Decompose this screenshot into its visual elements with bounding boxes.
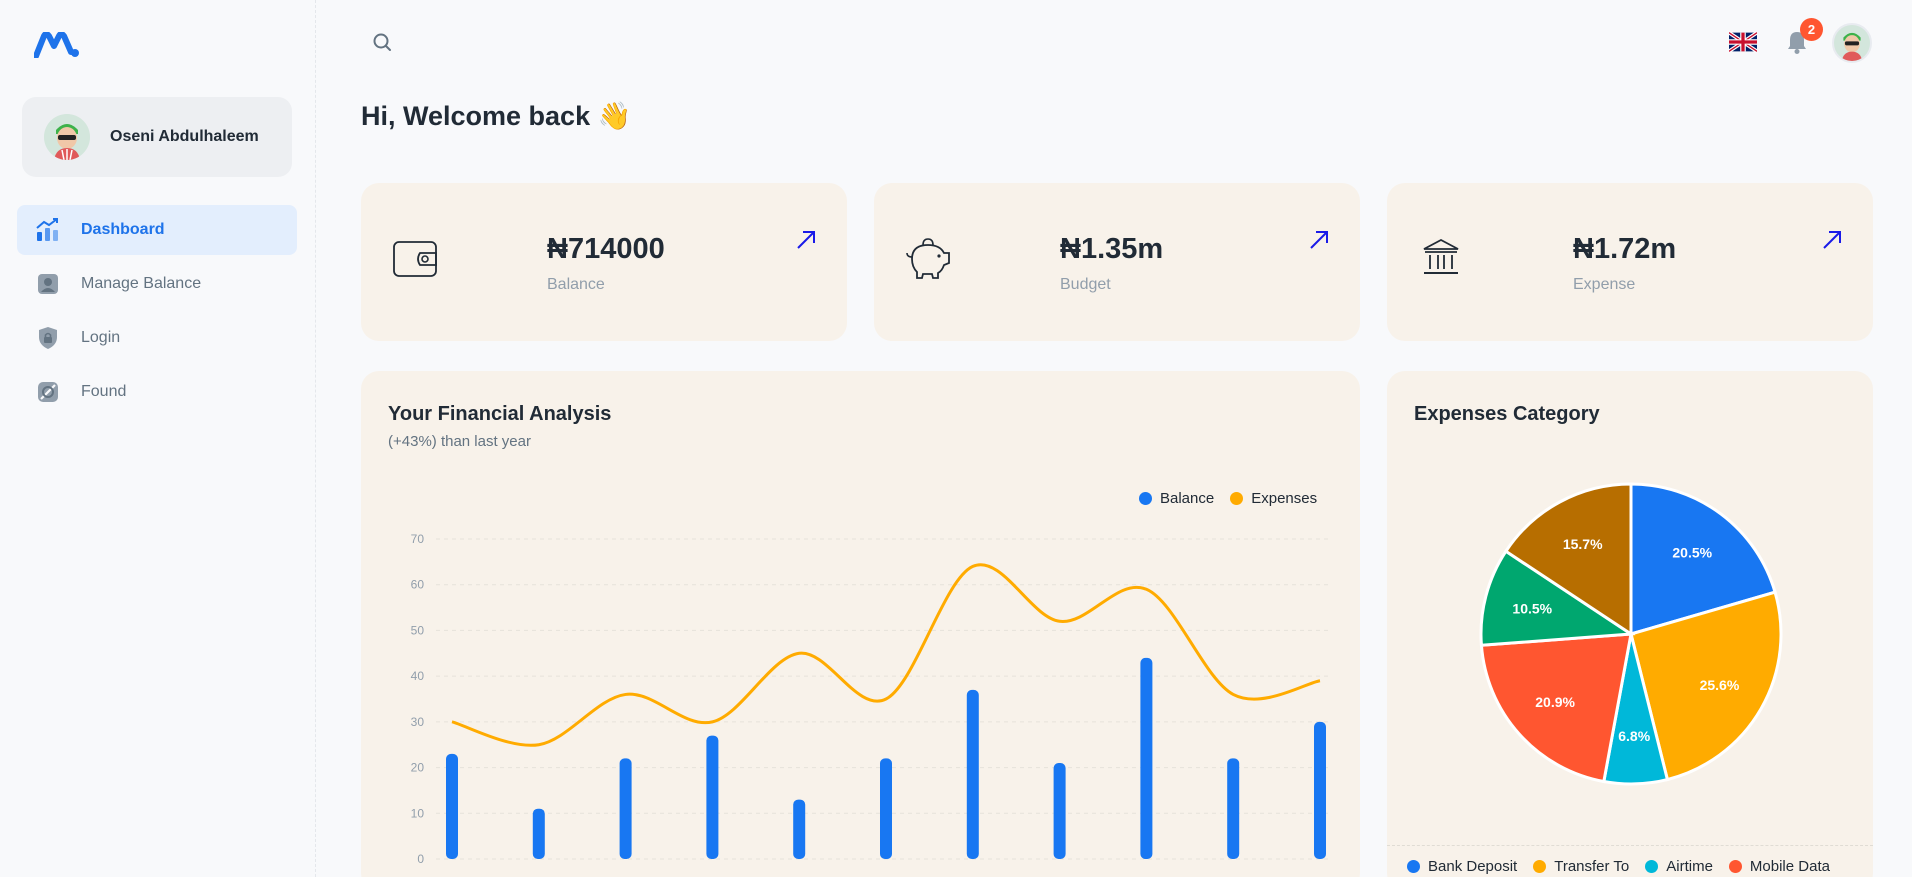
- financial-analysis-panel: Your Financial Analysis (+43%) than last…: [361, 371, 1360, 877]
- pie-slice-label: 10.5%: [1512, 600, 1552, 616]
- y-tick-label: 70: [411, 532, 425, 546]
- legend-label: Airtime: [1666, 858, 1713, 875]
- bar-balance[interactable]: [532, 808, 545, 859]
- sidebar-item-login[interactable]: Login: [17, 313, 297, 363]
- user-name: Oseni Abdulhaleem: [110, 128, 259, 145]
- stat-label: Budget: [1060, 276, 1111, 293]
- bar-balance[interactable]: [619, 758, 632, 859]
- arrow-up-right-icon[interactable]: [795, 229, 817, 251]
- logo[interactable]: [33, 31, 80, 63]
- uk-flag-icon[interactable]: [1727, 31, 1759, 53]
- bar-balance[interactable]: [880, 758, 892, 859]
- sidebar: Oseni Abdulhaleem Dashboard Manage Balan…: [0, 0, 316, 877]
- legend-item-airtime[interactable]: Airtime: [1645, 858, 1713, 875]
- y-tick-label: 40: [411, 669, 425, 683]
- disabled-icon: [35, 379, 61, 405]
- user-card[interactable]: Oseni Abdulhaleem: [22, 97, 292, 177]
- bar-balance[interactable]: [966, 689, 979, 859]
- y-tick-label: 30: [411, 715, 425, 729]
- legend-item-bank-deposit[interactable]: Bank Deposit: [1407, 858, 1517, 875]
- y-tick-label: 60: [411, 578, 425, 592]
- bar-balance[interactable]: [1227, 758, 1240, 859]
- piggy-bank-icon: [904, 233, 954, 283]
- stat-label: Balance: [547, 276, 605, 293]
- search-icon[interactable]: [370, 30, 396, 56]
- y-tick-label: 50: [411, 623, 425, 637]
- avatar[interactable]: [1832, 23, 1872, 63]
- expense-card[interactable]: ₦1.72m Expense: [1387, 183, 1873, 341]
- lock-icon: [35, 325, 61, 351]
- bar-balance[interactable]: [1053, 763, 1066, 859]
- sidebar-item-dashboard[interactable]: Dashboard: [17, 205, 297, 255]
- sidebar-item-label: Login: [81, 329, 121, 346]
- sidebar-item-manage-balance[interactable]: Manage Balance: [17, 259, 297, 309]
- bar-balance[interactable]: [1314, 721, 1326, 859]
- sidebar-item-found[interactable]: Found: [17, 367, 297, 417]
- legend-label: Bank Deposit: [1428, 858, 1518, 875]
- divider: [1387, 845, 1873, 846]
- pie-legend: Bank Deposit Transfer To Airtime Mobile …: [1407, 858, 1846, 875]
- expenses-category-panel: Expenses Category 20.5% 25.6% 6.8% 20.9% 10.…: [1387, 371, 1873, 877]
- y-tick-label: 10: [411, 806, 425, 820]
- legend-dot: [1533, 860, 1547, 873]
- pie-slice-label: 15.7%: [1563, 536, 1603, 552]
- sidebar-item-label: Found: [81, 383, 127, 400]
- page-title: Hi, Welcome back 👋: [361, 101, 632, 131]
- legend-dot: [1645, 860, 1659, 873]
- chart-icon: [35, 217, 61, 243]
- arrow-up-right-icon[interactable]: [1308, 229, 1330, 251]
- bar-balance[interactable]: [793, 799, 806, 859]
- sidebar-nav: Dashboard Manage Balance Login Found: [17, 205, 297, 421]
- notification-badge: 2: [1800, 18, 1823, 41]
- sidebar-item-label: Dashboard: [81, 221, 165, 238]
- line-expenses[interactable]: [451, 563, 1321, 747]
- stat-label: Expense: [1573, 276, 1636, 293]
- sidebar-item-label: Manage Balance: [81, 275, 202, 292]
- y-tick-label: 0: [417, 852, 424, 866]
- pie-slice-label: 20.5%: [1672, 544, 1712, 560]
- bar-balance[interactable]: [446, 753, 458, 859]
- bar-balance[interactable]: [1140, 657, 1153, 859]
- legend-label: Mobile Data: [1749, 858, 1830, 875]
- pie-slice-label: 6.8%: [1618, 728, 1650, 744]
- pie-slice-label: 25.6%: [1700, 677, 1740, 693]
- wallet-icon: [391, 233, 441, 283]
- arrow-up-right-icon[interactable]: [1821, 229, 1843, 251]
- legend-item-mobile-data[interactable]: Mobile Data: [1728, 858, 1830, 875]
- avatar: [44, 114, 90, 160]
- financial-analysis-chart: 0 10 20 30 40 50 60 70: [411, 532, 1328, 866]
- y-tick-label: 20: [411, 761, 425, 775]
- balance-card[interactable]: ₦714000 Balance: [361, 183, 847, 341]
- stat-value: ₦1.35m: [1060, 233, 1164, 265]
- bar-balance[interactable]: [706, 735, 719, 859]
- budget-card[interactable]: ₦1.35m Budget: [874, 183, 1360, 341]
- expenses-pie-chart: 20.5% 25.6% 6.8% 20.9% 10.5% 15.7%: [1479, 482, 1783, 786]
- legend-dot: [1407, 860, 1420, 873]
- pie-slice-label: 20.9%: [1535, 694, 1575, 710]
- legend-label: Transfer To: [1554, 858, 1630, 875]
- user-icon: [35, 271, 61, 297]
- legend-dot: [1728, 860, 1742, 873]
- stat-value: ₦1.72m: [1573, 233, 1677, 265]
- legend-item-transfer-to[interactable]: Transfer To: [1533, 858, 1629, 875]
- bank-icon: [1417, 233, 1467, 283]
- stat-value: ₦714000: [547, 233, 665, 265]
